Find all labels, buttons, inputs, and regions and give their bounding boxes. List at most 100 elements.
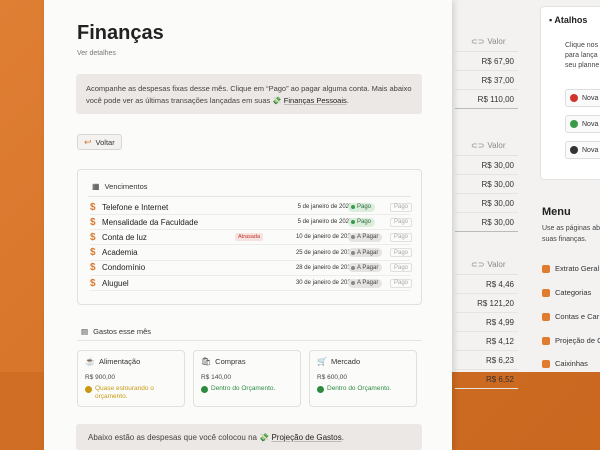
status-dot <box>351 265 355 270</box>
bill-name: Aluguel <box>102 278 129 288</box>
budget-title: 🛒 Mercado <box>317 357 361 366</box>
financas-pessoais-link[interactable]: Finanças Pessoais <box>284 96 347 105</box>
pay-button[interactable]: Pago <box>390 232 413 242</box>
table-row[interactable]: $ Condomínio 28 de janeiro de 2025 A Pagar P… <box>90 261 413 276</box>
menu-item-contas[interactable]: Contas e Car <box>542 312 600 321</box>
nova-button-3[interactable]: Nova <box>565 141 600 159</box>
table-row: R$ 30,00 <box>455 175 518 194</box>
table-row[interactable]: $ Conta de luz Atrasada 10 de janeiro de 20… <box>90 230 413 246</box>
bill-name: Telefone e Internet <box>102 202 169 212</box>
table-row: R$ 6,23 <box>455 351 518 370</box>
pay-button[interactable]: Pago <box>390 217 413 227</box>
intro-callout: Acompanhe as despesas fixas desse mês. C… <box>76 74 422 114</box>
atalhos-desc: Clique nos para lança seu planne <box>565 42 600 69</box>
vencimentos-card: ▦ Vencimentos $ Telefone e Internet 5 de ja… <box>77 169 422 305</box>
dollar-icon: $ <box>90 201 96 213</box>
projecao-gastos-link[interactable]: Projeção de Gastos <box>271 433 341 442</box>
budget-card[interactable]: ☕ Alimentação R$ 900,00 Quase estourando o … <box>77 350 185 407</box>
pay-button[interactable]: Pago <box>390 248 413 258</box>
budget-value: R$ 600,00 <box>317 374 347 381</box>
menu-desc: Use as páginas ab suas finanças. <box>542 225 600 243</box>
table-row[interactable]: $ Aluguel 30 de janeiro de 2025 A Pagar Pago <box>90 276 413 291</box>
vencimentos-header: ▦ Vencimentos <box>92 182 148 191</box>
dollar-icon: $ <box>90 231 96 243</box>
pay-button[interactable]: Pago <box>390 202 413 212</box>
nova-button-1[interactable]: Nova <box>565 89 600 107</box>
bottom-callout: Abaixo estão as despesas que você coloco… <box>76 424 422 450</box>
table-row[interactable]: $ Mensalidade da Faculdade 5 de janeiro de… <box>90 215 413 231</box>
bill-name: Condomínio <box>102 263 146 273</box>
back-button[interactable]: ↩ Voltar <box>77 134 122 150</box>
divider <box>88 196 411 197</box>
status-badge: A Pagar <box>348 263 383 273</box>
main-page: Finanças Ver detalhes Acompanhe as despe… <box>44 0 452 450</box>
table-row: R$ 4,46 <box>455 275 518 294</box>
table-row: R$ 121,20 <box>455 294 518 313</box>
bill-name: Academia <box>102 248 138 258</box>
budget-card[interactable]: 🛒 Mercado R$ 600,00 Dentro do Orçamento. <box>309 350 417 407</box>
divider <box>77 340 422 341</box>
link-icon: ⊂⊃ <box>471 260 485 269</box>
arrow-icon <box>570 146 578 154</box>
table-row: R$ 4,99 <box>455 313 518 332</box>
budget-title: ☕ Alimentação <box>85 357 141 366</box>
status-badge: A Pagar <box>348 232 383 242</box>
plus-icon <box>570 120 578 128</box>
table-header: ⊂⊃ Valor <box>455 136 518 156</box>
table-row: R$ 30,00 <box>455 156 518 175</box>
budget-card[interactable]: 🛍 Compras R$ 140,00 Dentro do Orçamento. <box>193 350 301 407</box>
back-table-1: ⊂⊃ Valor R$ 67,90 R$ 37,00 R$ 110,00 <box>455 32 518 109</box>
page-subtitle: Ver detalhes <box>77 50 116 57</box>
status-dot <box>351 281 355 285</box>
budget-status: Quase estourando o orçamento. <box>85 385 177 401</box>
status-dot <box>201 386 208 393</box>
table-row: R$ 37,00 <box>455 71 518 90</box>
budget-title: 🛍 Compras <box>201 357 246 366</box>
dollar-icon: $ <box>90 277 96 289</box>
table-header: ⊂⊃ Valor <box>455 255 518 275</box>
status-dot <box>85 386 92 393</box>
atalhos-title: ▪ Atalhos <box>549 15 588 25</box>
chart-icon <box>542 336 550 345</box>
card-icon <box>542 312 550 321</box>
table-header: ⊂⊃ Valor <box>455 32 518 52</box>
status-dot <box>317 386 324 393</box>
bill-name: Conta de luz <box>102 232 147 242</box>
late-badge: Atrasada <box>235 233 264 242</box>
dollar-icon: $ <box>90 216 96 228</box>
calendar-icon: ▦ <box>92 182 100 191</box>
pay-button[interactable]: Pago <box>390 278 413 288</box>
table-row: R$ 4,12 <box>455 332 518 351</box>
back-table-2: ⊂⊃ Valor R$ 30,00 R$ 30,00 R$ 30,00 R$ 30… <box>455 136 518 232</box>
gastos-header: ▤ Gastos esse mês <box>81 327 152 336</box>
link-icon: ⊂⊃ <box>471 141 485 150</box>
status-dot <box>351 250 355 255</box>
table-row[interactable]: $ Academia 25 de janeiro de 2025 A Pagar Pag… <box>90 246 413 261</box>
bowl-icon: ☕ <box>85 357 95 366</box>
table-row: R$ 30,00 <box>455 194 518 213</box>
menu-item-categorias[interactable]: Categorias <box>542 288 600 297</box>
budget-status: Dentro do Orçamento. <box>317 385 409 393</box>
table-row[interactable]: $ Telefone e Internet 5 de janeiro de 2025… <box>90 200 413 215</box>
cart-icon: 🛒 <box>317 357 327 366</box>
menu-item-projecao[interactable]: Projeção de G <box>542 336 600 345</box>
table-row: R$ 30,00 <box>455 213 518 232</box>
link-icon: ⊂⊃ <box>471 37 485 46</box>
status-badge: Pago <box>348 217 376 227</box>
list-icon <box>542 264 550 273</box>
menu-item-caixinhas[interactable]: Caixinhas <box>542 359 600 368</box>
menu-item-extrato[interactable]: Extrato Geral <box>542 264 600 273</box>
nova-button-2[interactable]: Nova <box>565 115 600 133</box>
dollar-icon: $ <box>90 247 96 259</box>
menu-title: Menu <box>542 206 571 218</box>
budget-value: R$ 140,00 <box>201 374 231 381</box>
status-badge: Pago <box>348 202 376 212</box>
bill-name: Mensalidade da Faculdade <box>102 217 199 227</box>
table-row: R$ 6,52 <box>455 370 518 389</box>
pay-button[interactable]: Pago <box>390 263 413 273</box>
budget-value: R$ 900,00 <box>85 374 115 381</box>
status-badge: A Pagar <box>348 248 383 258</box>
status-dot <box>351 235 355 240</box>
dollar-icon: $ <box>90 262 96 274</box>
box-icon <box>542 359 550 368</box>
